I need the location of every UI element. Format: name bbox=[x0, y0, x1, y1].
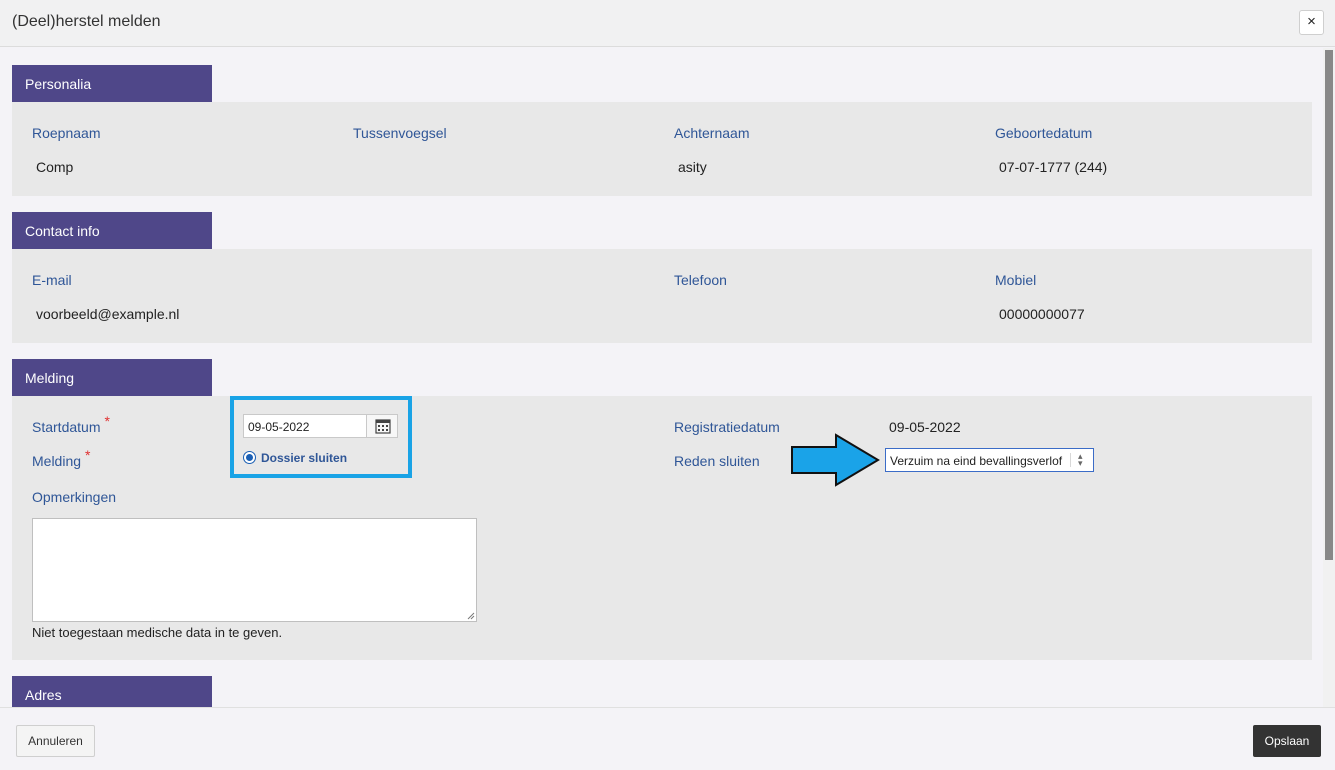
calendar-icon bbox=[375, 419, 391, 434]
telefoon-label: Telefoon bbox=[674, 272, 727, 288]
email-value: voorbeeld@example.nl bbox=[36, 306, 180, 322]
geboortedatum-label: Geboortedatum bbox=[995, 125, 1093, 141]
mobiel-label: Mobiel bbox=[995, 272, 1037, 288]
melding-label: Melding * bbox=[32, 447, 90, 469]
section-header-personalia: Personalia bbox=[12, 65, 212, 102]
select-separator bbox=[1070, 453, 1071, 467]
reden-sluiten-selected: Verzuim na eind bevallingsverlof bbox=[890, 454, 1063, 468]
required-mark: * bbox=[85, 447, 91, 463]
melding-label-text: Melding bbox=[32, 453, 82, 469]
section-header-contact: Contact info bbox=[12, 212, 212, 249]
resize-grip-icon[interactable] bbox=[467, 612, 475, 620]
geboortedatum-value: 07-07-1777 (244) bbox=[999, 159, 1108, 175]
registratiedatum-value: 09-05-2022 bbox=[889, 419, 961, 435]
section-header-melding: Melding bbox=[12, 359, 212, 396]
scrollbar[interactable] bbox=[1323, 48, 1335, 707]
startdatum-input-value: 09-05-2022 bbox=[248, 420, 310, 434]
calendar-button[interactable] bbox=[366, 414, 398, 438]
dialog-header: (Deel)herstel melden × bbox=[0, 0, 1335, 47]
pointer-arrow-icon bbox=[791, 433, 880, 487]
achternaam-value: asity bbox=[678, 159, 707, 175]
roepnaam-value: Comp bbox=[36, 159, 74, 175]
required-mark: * bbox=[104, 413, 110, 429]
opmerkingen-textarea[interactable] bbox=[32, 518, 477, 622]
mobiel-value: 00000000077 bbox=[999, 306, 1085, 322]
roepnaam-label: Roepnaam bbox=[32, 125, 101, 141]
reden-sluiten-label: Reden sluiten bbox=[674, 453, 760, 469]
email-label: E-mail bbox=[32, 272, 72, 288]
select-arrows-icon: ▴ ▾ bbox=[1078, 451, 1083, 468]
opmerkingen-label: Opmerkingen bbox=[32, 489, 117, 505]
startdatum-label-text: Startdatum bbox=[32, 419, 101, 435]
reden-sluiten-select[interactable]: Verzuim na eind bevallingsverlof ▴ ▾ bbox=[885, 448, 1094, 472]
cancel-button[interactable]: Annuleren bbox=[16, 725, 95, 757]
tussenvoegsel-label: Tussenvoegsel bbox=[353, 125, 447, 141]
scrollbar-thumb[interactable] bbox=[1325, 50, 1333, 560]
section-body-personalia bbox=[12, 102, 1312, 196]
achternaam-label: Achternaam bbox=[674, 125, 750, 141]
dialog-footer: Annuleren Opslaan bbox=[0, 707, 1335, 770]
close-button[interactable]: × bbox=[1299, 10, 1324, 35]
dialog-title: (Deel)herstel melden bbox=[12, 13, 161, 30]
startdatum-label: Startdatum * bbox=[32, 413, 110, 435]
medical-data-hint: Niet toegestaan medische data in te geve… bbox=[32, 625, 283, 640]
dossier-sluiten-radio[interactable] bbox=[243, 451, 256, 464]
section-body-contact bbox=[12, 249, 1312, 343]
startdatum-input[interactable]: 09-05-2022 bbox=[243, 414, 398, 438]
dossier-sluiten-label[interactable]: Dossier sluiten bbox=[261, 451, 347, 465]
save-button[interactable]: Opslaan bbox=[1253, 725, 1321, 757]
section-header-adres: Adres bbox=[12, 676, 212, 707]
registratiedatum-label: Registratiedatum bbox=[674, 419, 780, 435]
